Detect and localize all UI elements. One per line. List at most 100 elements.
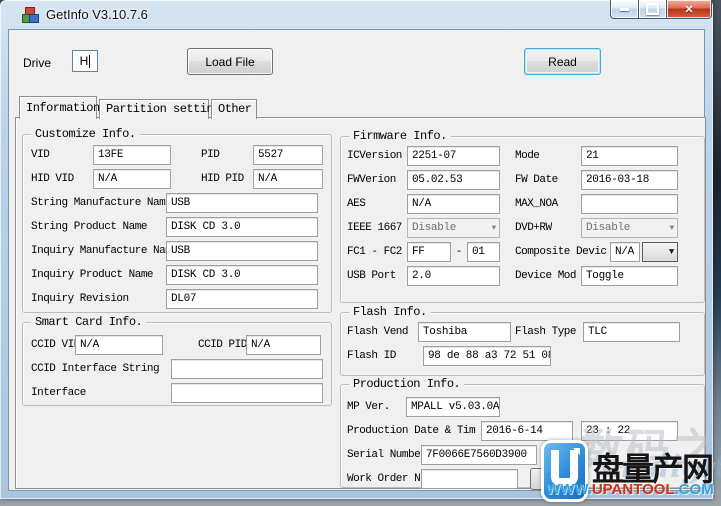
pid-input[interactable]: 5527 xyxy=(253,145,323,165)
max-noa-label: MAX_NOA xyxy=(515,198,581,210)
hid-vid-input[interactable]: N/A xyxy=(93,169,171,189)
mp-ver-label: MP Ver. xyxy=(347,401,406,413)
maximize-icon xyxy=(646,3,659,15)
inquiry-product-label: Inquiry Product Name xyxy=(31,269,166,281)
customize-info-group: Customize Info. VID 13FE PID 5527 HID VI… xyxy=(22,134,332,313)
production-date-input[interactable]: 2016-6-14 xyxy=(481,421,573,441)
string-manufacture-input[interactable]: USB xyxy=(166,193,318,213)
customize-info-title: Customize Info. xyxy=(31,127,140,141)
fwverion-input[interactable]: 05.02.53 xyxy=(407,170,500,190)
mode-input[interactable]: 21 xyxy=(581,146,678,166)
ccid-pid-label: CCID PID xyxy=(198,339,246,351)
device-mode-input[interactable]: Toggle xyxy=(581,266,678,286)
device-mode-label: Device Mod xyxy=(515,270,581,282)
chevron-down-icon: ▼ xyxy=(491,224,496,233)
load-file-button[interactable]: Load File xyxy=(187,48,273,75)
vid-label: VID xyxy=(31,149,93,161)
flash-vendor-input[interactable]: Toshiba xyxy=(418,322,511,342)
composite-device-label: Composite Devic xyxy=(515,246,610,258)
field-row: FWVerion 05.02.53 FW Date 2016-03-18 xyxy=(341,168,704,192)
inquiry-product-input[interactable]: DISK CD 3.0 xyxy=(166,265,318,285)
chevron-down-icon: ▼ xyxy=(669,247,674,257)
hid-pid-label: HID PID xyxy=(201,173,253,185)
flash-info-group: Flash Info. Flash Vend Toshiba Flash Typ… xyxy=(340,312,705,376)
flash-id-label: Flash ID xyxy=(347,350,423,362)
caption-buttons: ✕ xyxy=(610,0,712,19)
field-row: CCID Interface String xyxy=(23,357,331,381)
flash-type-label: Flash Type xyxy=(515,326,583,338)
inquiry-manufacture-input[interactable]: USB xyxy=(166,241,318,261)
inquiry-manufacture-label: Inquiry Manufacture Nam xyxy=(31,245,166,257)
field-row: String Manufacture Nam USB xyxy=(23,191,331,215)
fwverion-label: FWVerion xyxy=(347,174,407,186)
field-row: HID VID N/A HID PID N/A xyxy=(23,167,331,191)
field-row: Flash ID 98 de 88 a3 72 51 08 xyxy=(341,344,704,368)
field-row: String Product Name DISK CD 3.0 xyxy=(23,215,331,239)
field-row: Inquiry Revision DL07 xyxy=(23,287,331,311)
url-name: UPANTOOL xyxy=(592,481,675,498)
ccid-vid-input[interactable]: N/A xyxy=(75,335,163,355)
icversion-label: ICVersion xyxy=(347,150,407,162)
ieee-1667-label: IEEE 1667 xyxy=(347,222,407,234)
aes-input[interactable]: N/A xyxy=(407,194,500,214)
minimize-button[interactable] xyxy=(610,0,639,19)
drive-input[interactable]: H xyxy=(72,50,98,72)
fc1-input[interactable]: FF xyxy=(407,242,451,262)
minimize-icon xyxy=(620,8,629,11)
tab-partition-setting[interactable]: Partition setting xyxy=(99,99,209,119)
flash-id-input[interactable]: 98 de 88 a3 72 51 08 xyxy=(423,346,551,366)
interface-input[interactable] xyxy=(171,383,323,403)
ieee-1667-select: Disable▼ xyxy=(407,218,500,238)
dvd-rw-select: Disable▼ xyxy=(581,218,678,238)
mp-ver-input[interactable]: MPALL v5.03.0A xyxy=(406,397,500,417)
field-row: Flash Vend Toshiba Flash Type TLC xyxy=(341,320,704,344)
pid-label: PID xyxy=(201,149,253,161)
title-bar[interactable]: GetInfo V3.10.7.6 ✕ xyxy=(0,0,713,29)
read-button[interactable]: Read xyxy=(524,48,601,75)
drive-label: Drive xyxy=(23,56,51,70)
close-button[interactable]: ✕ xyxy=(667,0,712,19)
ccid-vid-label: CCID VID xyxy=(31,339,75,351)
dvd-rw-label: DVD+RW xyxy=(515,222,581,234)
flash-type-input[interactable]: TLC xyxy=(583,322,680,342)
string-product-input[interactable]: DISK CD 3.0 xyxy=(166,217,318,237)
mode-label: Mode xyxy=(515,150,581,162)
serial-number-input[interactable]: 7F0066E7560D3900 xyxy=(421,445,537,465)
composite-device-select[interactable]: ▼ xyxy=(642,242,678,262)
text-caret xyxy=(89,55,90,68)
work-order-input[interactable] xyxy=(421,469,518,489)
usb-port-input[interactable]: 2.0 xyxy=(407,266,500,286)
serial-number-label: Serial Number xyxy=(347,449,421,461)
max-noa-input[interactable] xyxy=(581,194,678,214)
flash-vendor-label: Flash Vend xyxy=(347,326,418,338)
vid-input[interactable]: 13FE xyxy=(93,145,171,165)
field-row: IEEE 1667 Disable▼ DVD+RW Disable▼ xyxy=(341,216,704,240)
tab-strip: Information Partition setting Other xyxy=(19,96,259,119)
work-order-label: Work Order No. xyxy=(347,473,421,485)
logo-u-notch xyxy=(573,448,580,455)
field-row: USB Port 2.0 Device Mod Toggle xyxy=(341,264,704,288)
ccid-interface-string-input[interactable] xyxy=(171,359,323,379)
hid-pid-input[interactable]: N/A xyxy=(253,169,323,189)
usb-port-label: USB Port xyxy=(347,270,407,282)
field-row: Interface xyxy=(23,381,331,405)
hid-vid-label: HID VID xyxy=(31,173,93,185)
field-row: FC1 - FC2 FF - 01 Composite Devic N/A ▼ xyxy=(341,240,704,264)
firmware-info-group: Firmware Info. ICVersion 2251-07 Mode 21… xyxy=(340,136,705,303)
fc2-input[interactable]: 01 xyxy=(467,242,500,262)
close-icon: ✕ xyxy=(684,3,693,16)
icversion-input[interactable]: 2251-07 xyxy=(407,146,500,166)
inquiry-revision-input[interactable]: DL07 xyxy=(166,289,318,309)
tab-other[interactable]: Other xyxy=(211,99,257,119)
composite-device-input[interactable]: N/A xyxy=(610,242,640,262)
url-suffix: .COM xyxy=(675,481,714,498)
maximize-button[interactable] xyxy=(639,0,667,19)
ccid-pid-input[interactable]: N/A xyxy=(246,335,321,355)
aes-label: AES xyxy=(347,198,407,210)
fw-date-input[interactable]: 2016-03-18 xyxy=(581,170,678,190)
watermark-url: WWW.UPANTOOL.COM xyxy=(546,481,714,498)
chevron-down-icon: ▼ xyxy=(669,224,674,233)
production-info-title: Production Info. xyxy=(349,377,464,391)
tab-information[interactable]: Information xyxy=(19,96,97,119)
ccid-interface-string-label: CCID Interface String xyxy=(31,363,171,375)
